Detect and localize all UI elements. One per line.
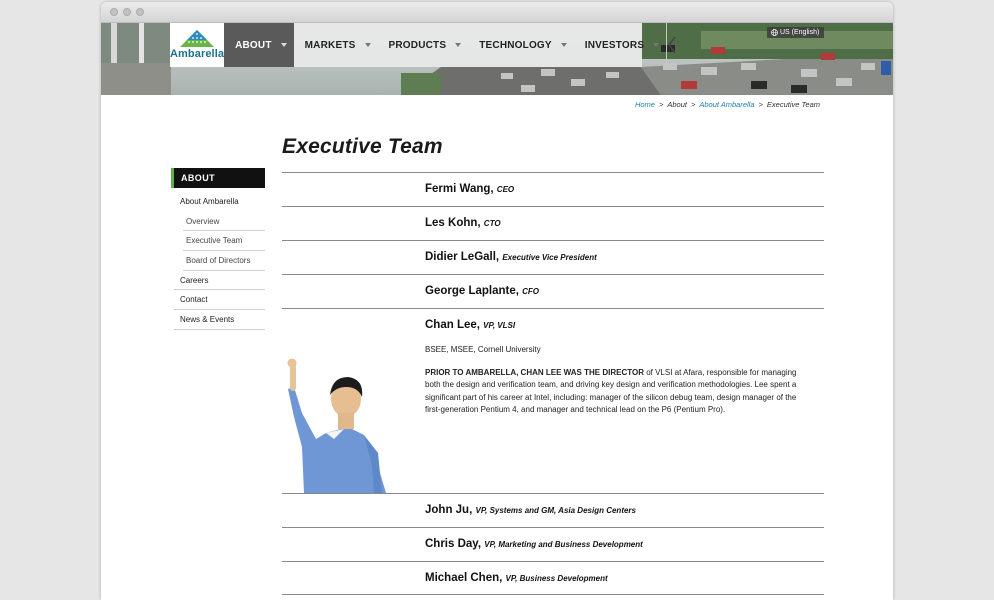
executive-row[interactable]: Fermi Wang, CEO xyxy=(282,172,824,206)
nav-products-label: PRODUCTS xyxy=(388,39,447,51)
breadcrumb-current: Executive Team xyxy=(766,100,820,109)
executive-row[interactable]: Didier LeGall, Executive Vice President xyxy=(282,240,824,274)
nav-about-label: ABOUT xyxy=(235,39,272,51)
ambarella-logo[interactable]: Ambarella xyxy=(170,23,225,67)
executive-name: John Ju, VP, Systems and GM, Asia Design… xyxy=(425,504,636,516)
nav-investors[interactable]: INVESTORS xyxy=(574,23,666,67)
language-label: US (English) xyxy=(780,29,820,36)
chevron-down-icon xyxy=(280,43,287,47)
executive-row[interactable]: George Laplante, CFO xyxy=(282,274,824,308)
executive-name: Les Kohn, CTO xyxy=(425,217,501,229)
executive-name-text: Chan Lee, xyxy=(425,319,480,331)
nav-technology-label: TECHNOLOGY xyxy=(479,39,552,51)
executive-portrait xyxy=(287,358,386,493)
breadcrumb-separator: > xyxy=(758,100,763,109)
page-title: Executive Team xyxy=(282,135,443,158)
bio-lead: PRIOR TO AMBARELLA, CHAN LEE WAS THE DIR… xyxy=(425,368,644,377)
breadcrumb-about: About xyxy=(667,100,687,109)
breadcrumb-about-ambarella[interactable]: About Ambarella xyxy=(699,100,754,109)
executive-name: George Laplante, CFO xyxy=(425,285,539,297)
executive-title: VP, VLSI xyxy=(483,321,516,330)
executive-row-expanded[interactable]: Chan Lee, VP, VLSI BSEE, MSEE, Cornell U… xyxy=(282,308,824,493)
executive-name-text: Michael Chen, xyxy=(425,572,503,584)
executive-title: Executive Vice President xyxy=(502,253,597,262)
sidebar-item-board-of-directors[interactable]: Board of Directors xyxy=(183,251,265,271)
sidebar-item-news-events[interactable]: News & Events xyxy=(174,310,265,330)
site-header: Ambarella ABOUT MARKETS PRODUCTS TECHNOL… xyxy=(101,23,893,95)
window-titlebar xyxy=(101,2,893,23)
zoom-window-icon[interactable] xyxy=(136,8,144,16)
breadcrumb-home[interactable]: Home xyxy=(635,100,655,109)
executive-title: CFO xyxy=(522,287,540,296)
nav-collapse-button[interactable] xyxy=(666,23,677,67)
breadcrumb-separator: > xyxy=(690,100,696,109)
executive-name-text: Didier LeGall, xyxy=(425,251,500,263)
nav-about[interactable]: ABOUT xyxy=(224,23,294,67)
sidebar-item-overview[interactable]: Overview xyxy=(183,212,265,232)
nav-markets-label: MARKETS xyxy=(304,39,356,51)
executive-name-text: John Ju, xyxy=(425,504,473,516)
executive-name: Didier LeGall, Executive Vice President xyxy=(425,251,597,263)
main-content: Executive Team Fermi Wang, CEO Les Kohn,… xyxy=(282,134,824,595)
browser-window: Ambarella ABOUT MARKETS PRODUCTS TECHNOL… xyxy=(101,2,893,600)
executive-title: VP, Marketing and Business Development xyxy=(484,540,643,549)
executive-name-text: George Laplante, xyxy=(425,285,519,297)
executive-row[interactable]: Les Kohn, CTO xyxy=(282,206,824,240)
main-nav: Ambarella ABOUT MARKETS PRODUCTS TECHNOL… xyxy=(170,23,676,67)
executive-name-text: Fermi Wang, xyxy=(425,183,494,195)
executive-name: Michael Chen, VP, Business Development xyxy=(425,572,608,584)
chevron-down-icon xyxy=(560,43,567,47)
sidebar-item-contact[interactable]: Contact xyxy=(174,290,265,311)
mountain-logo-icon xyxy=(180,30,215,47)
executive-bio: PRIOR TO AMBARELLA, CHAN LEE WAS THE DIR… xyxy=(425,367,813,416)
executive-name: Fermi Wang, CEO xyxy=(425,183,514,195)
chevron-down-icon xyxy=(455,43,462,47)
executive-row[interactable]: John Ju, VP, Systems and GM, Asia Design… xyxy=(282,493,824,527)
executive-title: VP, Business Development xyxy=(505,574,608,583)
sidebar-item-executive-team[interactable]: Executive Team xyxy=(183,231,265,252)
close-window-icon[interactable] xyxy=(110,8,118,16)
nav-technology[interactable]: TECHNOLOGY xyxy=(468,23,574,67)
sidebar-item-about-ambarella[interactable]: About Ambarella xyxy=(174,192,265,212)
language-selector[interactable]: US (English) xyxy=(767,27,825,38)
executive-name: Chan Lee, VP, VLSI xyxy=(425,319,515,331)
breadcrumb: Home > About > About Ambarella > Executive Tea… xyxy=(635,100,820,109)
minimize-window-icon[interactable] xyxy=(123,8,131,16)
logo-wordmark: Ambarella xyxy=(170,48,225,60)
executive-degree: BSEE, MSEE, Cornell University xyxy=(425,345,541,354)
sidebar-item-careers[interactable]: Careers xyxy=(174,271,265,291)
breadcrumb-separator: > xyxy=(658,100,664,109)
executive-name-text: Les Kohn, xyxy=(425,217,481,229)
nav-investors-label: INVESTORS xyxy=(584,39,645,51)
chevron-down-icon xyxy=(364,43,371,47)
executive-row[interactable]: Michael Chen, VP, Business Development xyxy=(282,561,824,595)
chevron-down-icon xyxy=(653,43,660,47)
executive-title: CTO xyxy=(483,219,501,228)
nav-markets[interactable]: MARKETS xyxy=(294,23,378,67)
sidebar: ABOUT About Ambarella Overview Executive… xyxy=(171,168,265,330)
globe-icon xyxy=(771,29,778,36)
executive-name-text: Chris Day, xyxy=(425,538,482,550)
nav-products[interactable]: PRODUCTS xyxy=(378,23,469,67)
executive-row[interactable]: Chris Day, VP, Marketing and Business De… xyxy=(282,527,824,561)
executive-name: Chris Day, VP, Marketing and Business De… xyxy=(425,538,643,550)
chevron-left-icon xyxy=(668,36,676,54)
sidebar-heading: ABOUT xyxy=(171,168,265,188)
executive-title: CEO xyxy=(496,185,515,194)
executive-title: VP, Systems and GM, Asia Design Centers xyxy=(475,506,636,515)
